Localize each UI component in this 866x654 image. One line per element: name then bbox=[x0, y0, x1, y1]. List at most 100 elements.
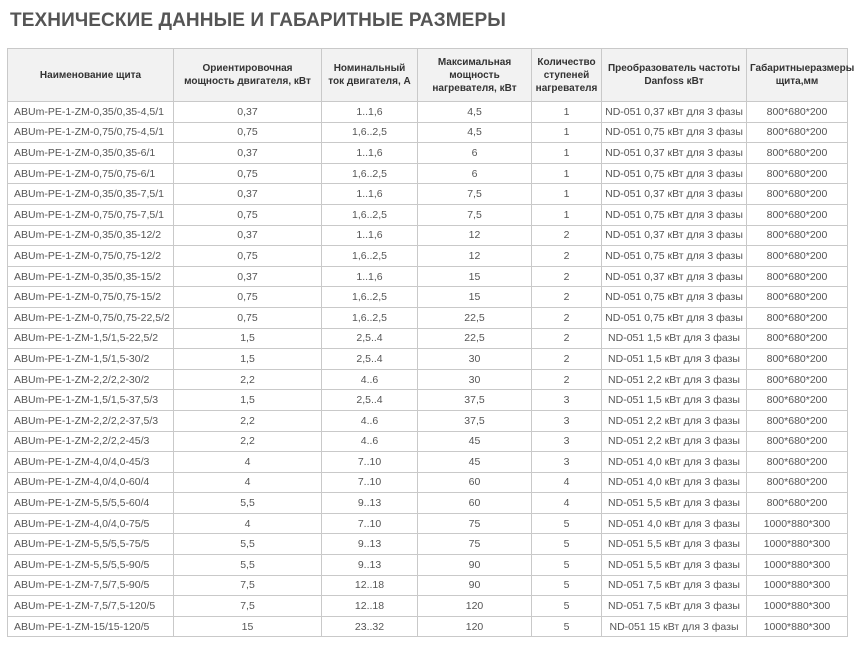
cell-motor-current: 1,6..2,5 bbox=[321, 203, 418, 226]
cell-motor-current: 2,5..4 bbox=[321, 327, 418, 350]
cell-motor-current: 1,6..2,5 bbox=[321, 306, 418, 329]
cell-panel-name: ABUm-PE-1-ZM-1,5/1,5-30/2 bbox=[7, 348, 174, 370]
cell-frequency-converter: ND-051 4,0 кВт для 3 фазы bbox=[601, 471, 747, 494]
cell-heater-stages: 4 bbox=[531, 492, 602, 514]
table-row: ABUm-PE-1-ZM-0,75/0,75-6/1 0,75 1,6..2,5 6 1… bbox=[7, 162, 848, 185]
table-row: ABUm-PE-1-ZM-2,2/2,2-30/2 2,2 4..6 30 2 ND-05… bbox=[7, 368, 848, 391]
cell-motor-current: 9..13 bbox=[321, 492, 418, 514]
cell-heater-power: 90 bbox=[417, 574, 532, 597]
cell-panel-name: ABUm-PE-1-ZM-2,2/2,2-37,5/3 bbox=[7, 409, 174, 432]
spec-table: Наименование щита Ориентировочная мощнос… bbox=[7, 48, 854, 638]
cell-heater-stages: 1 bbox=[531, 142, 602, 164]
cell-motor-power: 1,5 bbox=[173, 327, 322, 350]
cell-panel-name: ABUm-PE-1-ZM-0,35/0,35-4,5/1 bbox=[7, 101, 174, 123]
table-row: ABUm-PE-1-ZM-5,5/5,5-75/5 5,5 9..13 75 5 ND-0… bbox=[7, 533, 848, 556]
cell-motor-power: 0,75 bbox=[173, 306, 322, 329]
cell-heater-power: 75 bbox=[417, 533, 532, 556]
cell-heater-stages: 5 bbox=[531, 574, 602, 597]
cell-motor-power: 0,75 bbox=[173, 162, 322, 185]
cell-panel-dimensions: 1000*880*300 bbox=[746, 595, 848, 617]
cell-frequency-converter: ND-051 5,5 кВт для 3 фазы bbox=[601, 533, 747, 556]
cell-motor-power: 0,37 bbox=[173, 101, 322, 123]
cell-frequency-converter: ND-051 1,5 кВт для 3 фазы bbox=[601, 327, 747, 350]
cell-panel-name: ABUm-PE-1-ZM-0,75/0,75-6/1 bbox=[7, 162, 174, 185]
cell-panel-name: ABUm-PE-1-ZM-5,5/5,5-75/5 bbox=[7, 533, 174, 556]
cell-motor-power: 5,5 bbox=[173, 554, 322, 576]
cell-heater-stages: 2 bbox=[531, 265, 602, 288]
cell-heater-power: 6 bbox=[417, 162, 532, 185]
header-frequency-converter: Преобразователь частоты Danfoss кВт bbox=[601, 48, 747, 102]
page-title: ТЕХНИЧЕСКИЕ ДАННЫЕ И ГАБАРИТНЫЕ РАЗМЕРЫ bbox=[10, 10, 506, 31]
cell-frequency-converter: ND-051 1,5 кВт для 3 фазы bbox=[601, 348, 747, 370]
table-row: ABUm-PE-1-ZM-4,0/4,0-75/5 4 7..10 75 5 ND-051… bbox=[7, 512, 848, 535]
cell-heater-power: 4,5 bbox=[417, 101, 532, 123]
cell-motor-power: 0,75 bbox=[173, 203, 322, 226]
cell-motor-power: 2,2 bbox=[173, 368, 322, 391]
cell-motor-current: 1,6..2,5 bbox=[321, 286, 418, 308]
cell-heater-power: 22,5 bbox=[417, 306, 532, 329]
table-row: ABUm-PE-1-ZM-5,5/5,5-90/5 5,5 9..13 90 5 ND-0… bbox=[7, 554, 848, 576]
cell-panel-dimensions: 1000*880*300 bbox=[746, 574, 848, 597]
header-panel-name: Наименование щита bbox=[7, 48, 174, 102]
cell-heater-stages: 2 bbox=[531, 306, 602, 329]
cell-motor-power: 4 bbox=[173, 471, 322, 494]
cell-panel-name: ABUm-PE-1-ZM-0,75/0,75-4,5/1 bbox=[7, 121, 174, 144]
cell-heater-power: 4,5 bbox=[417, 121, 532, 144]
cell-motor-power: 15 bbox=[173, 615, 322, 638]
cell-motor-current: 1..1,6 bbox=[321, 142, 418, 164]
cell-heater-power: 75 bbox=[417, 512, 532, 535]
cell-panel-dimensions: 800*680*200 bbox=[746, 101, 848, 123]
cell-heater-stages: 4 bbox=[531, 471, 602, 494]
cell-heater-power: 30 bbox=[417, 348, 532, 370]
cell-frequency-converter: ND-051 0,37 кВт для 3 фазы bbox=[601, 183, 747, 205]
cell-frequency-converter: ND-051 7,5 кВт для 3 фазы bbox=[601, 595, 747, 617]
cell-motor-power: 0,37 bbox=[173, 183, 322, 205]
cell-frequency-converter: ND-051 15 кВт для 3 фазы bbox=[601, 615, 747, 638]
cell-frequency-converter: ND-051 5,5 кВт для 3 фазы bbox=[601, 554, 747, 576]
cell-panel-dimensions: 800*680*200 bbox=[746, 430, 848, 453]
cell-motor-current: 1..1,6 bbox=[321, 101, 418, 123]
cell-heater-stages: 3 bbox=[531, 430, 602, 453]
cell-panel-name: ABUm-PE-1-ZM-4,0/4,0-60/4 bbox=[7, 471, 174, 494]
cell-heater-stages: 5 bbox=[531, 615, 602, 638]
cell-heater-power: 22,5 bbox=[417, 327, 532, 350]
table-row: ABUm-PE-1-ZM-4,0/4,0-45/3 4 7..10 45 3 ND-051… bbox=[7, 451, 848, 473]
table-row: ABUm-PE-1-ZM-1,5/1,5-22,5/2 1,5 2,5..4 22,5… bbox=[7, 327, 848, 350]
cell-heater-power: 60 bbox=[417, 471, 532, 494]
cell-motor-current: 12..18 bbox=[321, 595, 418, 617]
cell-heater-power: 45 bbox=[417, 451, 532, 473]
cell-panel-name: ABUm-PE-1-ZM-0,75/0,75-7,5/1 bbox=[7, 203, 174, 226]
cell-motor-current: 1..1,6 bbox=[321, 183, 418, 205]
cell-heater-stages: 2 bbox=[531, 224, 602, 247]
table-row: ABUm-PE-1-ZM-0,75/0,75-12/2 0,75 1,6..2,5 1… bbox=[7, 245, 848, 267]
cell-panel-name: ABUm-PE-1-ZM-0,75/0,75-15/2 bbox=[7, 286, 174, 308]
cell-panel-dimensions: 800*680*200 bbox=[746, 492, 848, 514]
cell-motor-power: 7,5 bbox=[173, 574, 322, 597]
table-row: ABUm-PE-1-ZM-0,35/0,35-7,5/1 0,37 1..1,6 7,… bbox=[7, 183, 848, 205]
cell-motor-current: 7..10 bbox=[321, 451, 418, 473]
cell-motor-current: 9..13 bbox=[321, 533, 418, 556]
cell-heater-power: 7,5 bbox=[417, 203, 532, 226]
cell-heater-power: 12 bbox=[417, 224, 532, 247]
cell-motor-current: 2,5..4 bbox=[321, 348, 418, 370]
cell-panel-dimensions: 1000*880*300 bbox=[746, 554, 848, 576]
cell-frequency-converter: ND-051 0,75 кВт для 3 фазы bbox=[601, 121, 747, 144]
table-row: ABUm-PE-1-ZM-7,5/7,5-120/5 7,5 12..18 120 5 N… bbox=[7, 595, 848, 617]
cell-heater-stages: 1 bbox=[531, 121, 602, 144]
cell-heater-power: 90 bbox=[417, 554, 532, 576]
cell-panel-name: ABUm-PE-1-ZM-7,5/7,5-120/5 bbox=[7, 595, 174, 617]
cell-heater-power: 15 bbox=[417, 286, 532, 308]
cell-motor-power: 1,5 bbox=[173, 348, 322, 370]
cell-motor-current: 1,6..2,5 bbox=[321, 121, 418, 144]
cell-motor-power: 2,2 bbox=[173, 430, 322, 453]
cell-heater-stages: 1 bbox=[531, 183, 602, 205]
cell-heater-stages: 1 bbox=[531, 101, 602, 123]
cell-panel-name: ABUm-PE-1-ZM-1,5/1,5-37,5/3 bbox=[7, 389, 174, 411]
cell-panel-name: ABUm-PE-1-ZM-0,35/0,35-6/1 bbox=[7, 142, 174, 164]
header-motor-power: Ориентировочная мощность двигателя, кВт bbox=[173, 48, 322, 102]
cell-frequency-converter: ND-051 0,37 кВт для 3 фазы bbox=[601, 224, 747, 247]
cell-heater-power: 12 bbox=[417, 245, 532, 267]
cell-motor-power: 0,75 bbox=[173, 286, 322, 308]
cell-motor-current: 4..6 bbox=[321, 409, 418, 432]
cell-panel-name: ABUm-PE-1-ZM-4,0/4,0-75/5 bbox=[7, 512, 174, 535]
